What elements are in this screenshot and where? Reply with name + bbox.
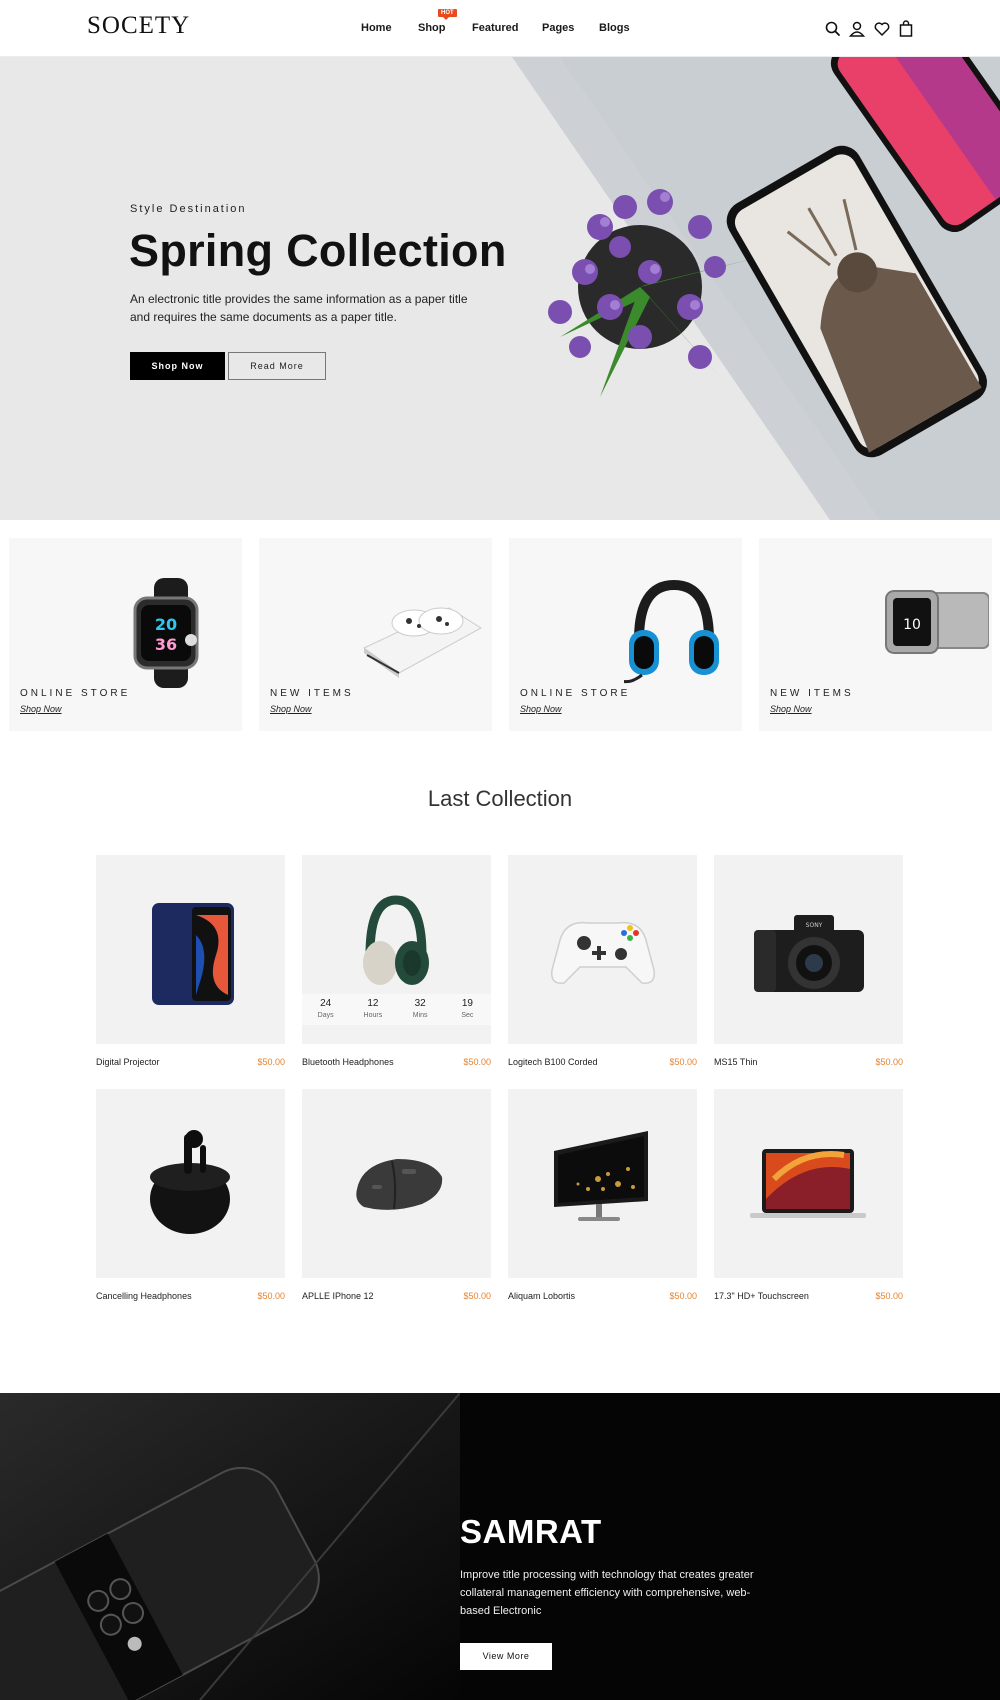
countdown-value: 24: [320, 998, 332, 1009]
nav-pages[interactable]: Pages: [542, 22, 574, 34]
product-price: $50.00: [463, 1057, 491, 1067]
category-card-online-store-2[interactable]: ONLINE STORE Shop Now: [509, 538, 742, 731]
smartphone-image: [152, 903, 234, 1005]
countdown-label: Days: [317, 1012, 334, 1019]
mouse-image: [356, 1159, 443, 1210]
headphones-image: [624, 580, 719, 684]
countdown-days: 24 Days: [302, 994, 349, 1025]
banner-title: SAMRAT: [460, 1513, 602, 1550]
product-name[interactable]: Aliquam Lobortis: [508, 1291, 575, 1301]
product-image[interactable]: [714, 1089, 903, 1278]
promo-banner: SAMRAT Improve title processing with tec…: [0, 1393, 1000, 1700]
product-image[interactable]: [96, 1089, 285, 1278]
earbuds-image: [150, 1130, 230, 1234]
nav-shop[interactable]: Shop: [418, 22, 446, 34]
site-logo[interactable]: SOCETY: [87, 12, 190, 40]
svg-text:36: 36: [155, 635, 177, 654]
category-card-online-store[interactable]: 20 36 ONLINE STORE Shop Now: [9, 538, 242, 731]
hero-banner: Style Destination Spring Collection An e…: [0, 57, 1000, 520]
category-label: ONLINE STORE: [20, 688, 131, 699]
shop-now-button[interactable]: Shop Now: [130, 352, 225, 380]
shop-now-link[interactable]: Shop Now: [770, 704, 812, 714]
smartwatch-image: 20 36: [133, 578, 199, 688]
bag-icon[interactable]: [897, 20, 915, 38]
shop-now-link[interactable]: Shop Now: [520, 704, 562, 714]
hero-kicker: Style Destination: [130, 203, 247, 215]
product-price: $50.00: [463, 1291, 491, 1301]
shop-now-link[interactable]: Shop Now: [20, 704, 62, 714]
product-name[interactable]: APLLE IPhone 12: [302, 1291, 374, 1301]
product-price: $50.00: [669, 1057, 697, 1067]
hot-badge: HOT: [438, 9, 457, 20]
view-more-button[interactable]: View More: [460, 1643, 552, 1670]
game-controller-image: [551, 921, 655, 984]
search-icon[interactable]: [824, 20, 842, 38]
product-name[interactable]: Logitech B100 Corded: [508, 1057, 598, 1067]
product-name[interactable]: 17.3" HD+ Touchscreen: [714, 1291, 809, 1301]
banner-description: Improve title processing with technology…: [460, 1569, 754, 1617]
nav-blogs[interactable]: Blogs: [599, 22, 630, 34]
product-price: $50.00: [257, 1291, 285, 1301]
laptop-image: [750, 1149, 866, 1218]
product-image[interactable]: [96, 855, 285, 1044]
countdown-label: Mins: [412, 1012, 428, 1019]
section-title: Last Collection: [427, 786, 573, 811]
game-console-image: [363, 607, 482, 678]
countdown-value: 12: [367, 998, 379, 1009]
svg-text:20: 20: [155, 615, 177, 634]
shop-now-link[interactable]: Shop Now: [270, 704, 312, 714]
monitor-image: [554, 1131, 648, 1221]
user-icon[interactable]: [848, 20, 866, 38]
category-label: ONLINE STORE: [520, 688, 631, 699]
category-label: NEW ITEMS: [270, 688, 354, 699]
phone-back-image: [0, 1393, 460, 1700]
hero-title: Spring Collection: [129, 225, 507, 276]
countdown-value: 19: [461, 998, 473, 1009]
hero-background-graphic: [512, 57, 1000, 520]
product-price: $50.00: [875, 1291, 903, 1301]
svg-text:SONY: SONY: [806, 922, 823, 929]
site-header: SOCETY Home Shop HOT Featured Pages Blog…: [0, 0, 1000, 57]
countdown-sec: 19 Sec: [444, 994, 491, 1025]
countdown-label: Sec: [461, 1012, 474, 1019]
category-card-new-items-2[interactable]: 10 NEW ITEMS Shop Now: [759, 538, 992, 731]
category-label: NEW ITEMS: [770, 688, 854, 699]
read-more-button[interactable]: Read More: [228, 352, 326, 380]
countdown-value: 32: [414, 998, 426, 1009]
countdown-label: Hours: [363, 1012, 383, 1019]
product-name[interactable]: Cancelling Headphones: [96, 1291, 192, 1301]
steel-watch-image: 10: [885, 590, 989, 654]
product-price: $50.00: [257, 1057, 285, 1067]
nav-featured[interactable]: Featured: [472, 22, 518, 34]
product-name[interactable]: Bluetooth Headphones: [302, 1057, 394, 1067]
category-card-new-items[interactable]: NEW ITEMS Shop Now: [259, 538, 492, 731]
camera-image: SONY: [754, 915, 864, 992]
product-image[interactable]: [508, 855, 697, 1044]
product-price: $50.00: [669, 1291, 697, 1301]
heart-icon[interactable]: [873, 20, 891, 38]
product-name[interactable]: MS15 Thin: [714, 1057, 757, 1067]
product-image[interactable]: [302, 1089, 491, 1278]
hero-description: An electronic title provides the same in…: [130, 292, 468, 324]
nav-home[interactable]: Home: [361, 22, 392, 34]
countdown-timer: 24 Days 12 Hours 32 Mins 19 Sec: [302, 994, 491, 1025]
product-name[interactable]: Digital Projector: [96, 1057, 160, 1067]
countdown-mins: 32 Mins: [397, 994, 444, 1025]
countdown-hours: 12 Hours: [349, 994, 396, 1025]
svg-text:10: 10: [903, 617, 921, 633]
product-image[interactable]: [508, 1089, 697, 1278]
product-price: $50.00: [875, 1057, 903, 1067]
product-image[interactable]: SONY: [714, 855, 903, 1044]
